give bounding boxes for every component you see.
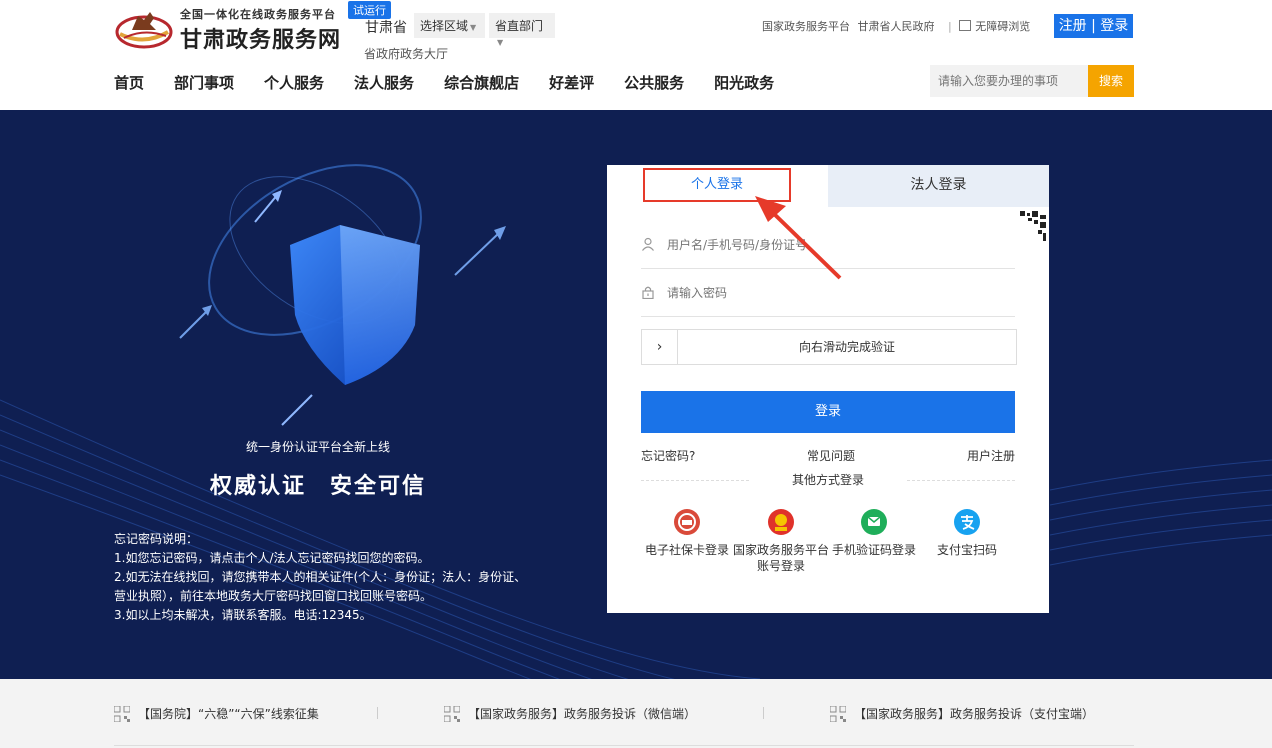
notice-item[interactable]: 【国家政务服务】政务服务投诉（支付宝端） bbox=[830, 705, 1094, 722]
dept-select-label: 省直部门 bbox=[495, 19, 544, 33]
notice-text: 【国家政务服务】政务服务投诉（微信端） bbox=[468, 707, 697, 721]
dept-select[interactable]: 省直部门 ▼ bbox=[489, 13, 555, 47]
red-pointer-arrow-icon bbox=[755, 196, 842, 280]
accessibility-icon bbox=[959, 20, 972, 31]
hero-section: 统一身份认证平台全新上线 权威认证 安全可信 忘记密码说明： 1.如您忘记密码，… bbox=[0, 110, 1272, 679]
notice-text: 【国务院】“六稳”“六保”线索征集 bbox=[138, 707, 319, 721]
qr-code-icon bbox=[444, 706, 460, 722]
site-logo[interactable]: 全国一体化在线政务服务平台 甘肃政务服务网 bbox=[114, 2, 350, 53]
chevron-down-icon: ▼ bbox=[470, 23, 477, 32]
search-input[interactable] bbox=[930, 65, 1088, 97]
region-select-label: 选择区域 bbox=[420, 19, 469, 33]
logo-subtitle: 全国一体化在线政务服务平台 bbox=[180, 8, 336, 21]
top-links: 国家政务服务平台 甘肃省人民政府 | 无障碍浏览 bbox=[762, 18, 1034, 34]
main-nav: 首页 部门事项 个人服务 法人服务 综合旗舰店 好差评 公共服务 阳光政务 bbox=[114, 72, 804, 92]
gov-hall-link[interactable]: 省政府政务大厅 bbox=[364, 45, 448, 62]
nav-personal-service[interactable]: 个人服务 bbox=[264, 72, 324, 93]
divider bbox=[114, 745, 1134, 746]
site-header: 全国一体化在线政务服务平台 甘肃政务服务网 试运行 甘肃省 选择区域 ▼ 省直部门… bbox=[0, 0, 1272, 110]
nav-home[interactable]: 首页 bbox=[114, 72, 144, 93]
notice-item[interactable]: 【国家政务服务】政务服务投诉（微信端） bbox=[444, 705, 696, 722]
divider: | bbox=[948, 20, 952, 33]
current-province: 甘肃省 bbox=[365, 20, 407, 36]
divider bbox=[763, 707, 764, 719]
region-select[interactable]: 选择区域 ▼ bbox=[414, 13, 485, 38]
register-login-button[interactable]: 注册 | 登录 bbox=[1054, 14, 1133, 38]
logo-title: 甘肃政务服务网 bbox=[180, 28, 342, 53]
horse-emblem-icon bbox=[115, 12, 173, 49]
nav-dept-items[interactable]: 部门事项 bbox=[174, 72, 234, 93]
accessibility-link[interactable]: 无障碍浏览 bbox=[975, 20, 1030, 33]
search-button[interactable]: 搜索 bbox=[1088, 65, 1134, 97]
chevron-down-icon: ▼ bbox=[497, 38, 504, 47]
nav-legal-service[interactable]: 法人服务 bbox=[354, 72, 414, 93]
nav-open-gov[interactable]: 阳光政务 bbox=[714, 72, 774, 93]
qr-code-icon bbox=[830, 706, 846, 722]
nav-flagship[interactable]: 综合旗舰店 bbox=[444, 72, 519, 93]
nav-rating[interactable]: 好差评 bbox=[549, 72, 594, 93]
nav-public-service[interactable]: 公共服务 bbox=[624, 72, 684, 93]
gansu-gov-link[interactable]: 甘肃省人民政府 bbox=[858, 20, 935, 33]
national-platform-link[interactable]: 国家政务服务平台 bbox=[762, 20, 850, 33]
qr-code-icon bbox=[114, 706, 130, 722]
notice-bar: 【国务院】“六稳”“六保”线索征集 【国家政务服务】政务服务投诉（微信端） 【国… bbox=[0, 679, 1272, 748]
notice-item[interactable]: 【国务院】“六稳”“六保”线索征集 bbox=[114, 705, 319, 722]
notice-text: 【国家政务服务】政务服务投诉（支付宝端） bbox=[854, 707, 1095, 721]
divider bbox=[377, 707, 378, 719]
